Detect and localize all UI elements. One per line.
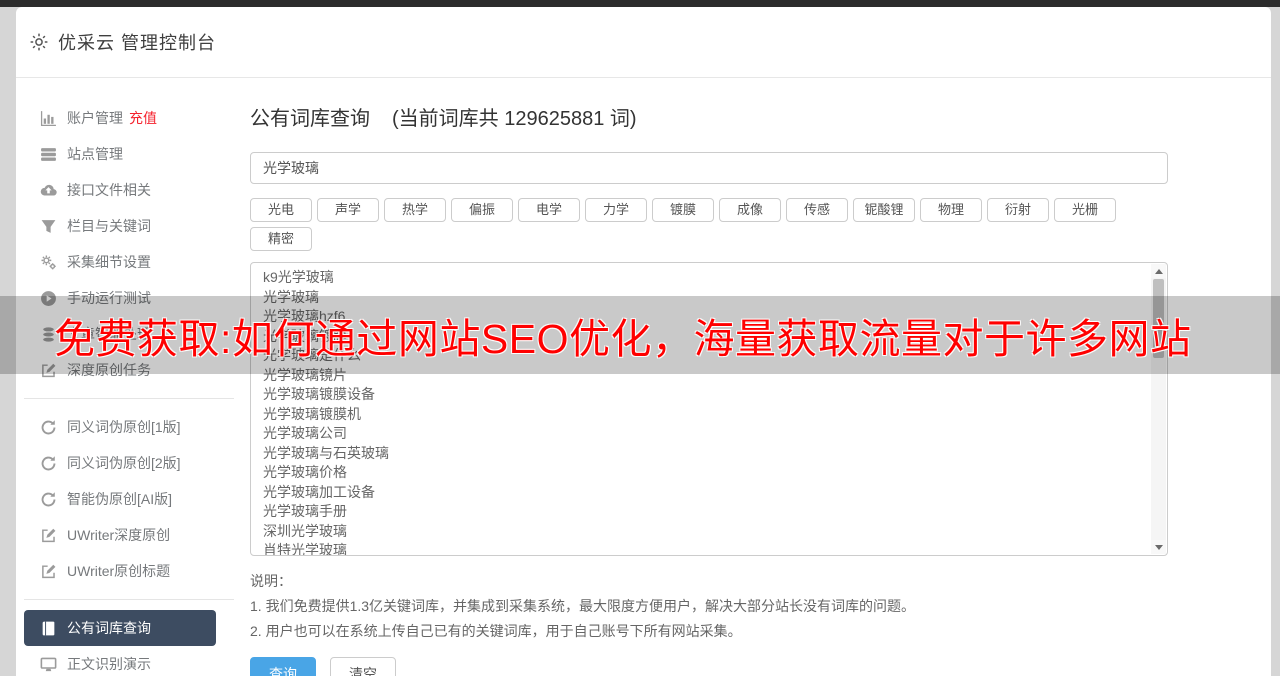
app-header: 优采云 管理控制台 [16,7,1271,78]
sidebar-item-label: 账户管理 [67,110,123,126]
filter-tag-button[interactable]: 光电 [250,198,312,222]
recharge-link[interactable]: 充值 [129,108,157,128]
filter-tag-button[interactable]: 偏振 [451,198,513,222]
sidebar-item[interactable]: 同义词伪原创[2版] [24,445,216,481]
suggested-tags: 光电 声学 热学 偏振 电学 力学 镀膜 成像 传感 铌酸锂 物理 衍射 光栅精密 [250,198,1130,251]
result-item[interactable]: 光学玻璃公司 [263,424,1167,444]
sidebar-item[interactable]: 公有词库查询 [24,610,216,646]
sidebar-item[interactable]: 栏目与关键词 [24,208,216,244]
arrow-down-icon [1154,544,1163,550]
bar-chart-icon [40,110,57,127]
sidebar-item-label: 智能伪原创[AI版] [67,491,173,507]
edit-icon [40,563,57,580]
result-item[interactable]: 光学玻璃价格 [263,463,1167,483]
sidebar-item[interactable]: 接口文件相关 [24,172,216,208]
gears-icon [40,254,57,271]
notes-title: 说明： [250,573,292,589]
notes: 说明： 1. 我们免费提供1.3亿关键词库，并集成到采集系统，最大限度方便用户，… [250,569,1168,644]
funnel-icon [40,218,57,235]
ad-overlay-banner[interactable]: 免费获取:如何通过网站SEO优化，海量获取流量对于许多网站 [0,296,1280,374]
ad-overlay-text: 免费获取:如何通过网站SEO优化，海量获取流量对于许多网站 [54,316,1192,362]
result-item[interactable]: k9光学玻璃 [263,268,1167,288]
filter-tag-button[interactable]: 光栅 [1054,198,1116,222]
sidebar: 账户管理 充值 站点管理 接口文件相关 栏目与关键词 采集细节设置 手动运行测试… [16,78,250,675]
result-item[interactable]: 光学玻璃加工设备 [263,483,1167,503]
refresh-icon [40,455,57,472]
result-item[interactable]: 光学玻璃与石英玻璃 [263,444,1167,464]
monitor-icon [40,656,57,673]
sidebar-item-label: 采集细节设置 [67,254,151,270]
sidebar-item[interactable]: UWriter原创标题 [24,553,216,589]
screen: 优采云 管理控制台 账户管理 充值 站点管理 接口文件相关 栏目与关键词 采集细… [0,0,1280,676]
sidebar-item-label: 同义词伪原创[1版] [67,419,181,435]
filter-tag-button[interactable]: 衍射 [987,198,1049,222]
sidebar-item-label: 站点管理 [67,146,123,162]
sidebar-item-label: 公有词库查询 [67,620,151,636]
result-item[interactable]: 肖特光学玻璃 [263,541,1167,555]
keyword-search-input[interactable] [250,152,1168,184]
refresh-icon [40,419,57,436]
sidebar-item-label: 栏目与关键词 [67,218,151,234]
sidebar-item-label: UWriter原创标题 [67,563,171,579]
top-bar [0,0,1280,7]
sidebar-item-label: 正文识别演示 [67,656,151,672]
sidebar-item[interactable]: 同义词伪原创[1版] [24,409,216,445]
filter-tag-button[interactable]: 传感 [786,198,848,222]
notes-line-2: 2. 用户也可以在系统上传自己已有的关键词库，用于自己账号下所有网站采集。 [250,623,742,639]
server-icon [40,146,57,163]
filter-tag-button[interactable]: 成像 [719,198,781,222]
main-content: 公有词库查询 (当前词库共 129625881 词) 光电声学热学偏振电学力学镀… [250,78,1168,676]
scroll-down-button[interactable] [1151,540,1166,554]
sidebar-item[interactable]: UWriter深度原创 [24,517,216,553]
sidebar-item-label: 接口文件相关 [67,182,151,198]
refresh-icon [40,491,57,508]
filter-tag-button[interactable]: 铌酸锂 [853,198,915,222]
sidebar-item-label: UWriter深度原创 [67,527,171,543]
notes-line-1: 1. 我们免费提供1.3亿关键词库，并集成到采集系统，最大限度方便用户，解决大部… [250,598,916,614]
result-item[interactable]: 深圳光学玻璃 [263,522,1167,542]
edit-icon [40,527,57,544]
book-icon [40,620,57,637]
sidebar-item[interactable]: 正文识别演示 [24,646,216,676]
sidebar-item[interactable]: 智能伪原创[AI版] [24,481,216,517]
result-item[interactable]: 光学玻璃手册 [263,502,1167,522]
filter-tag-button[interactable]: 物理 [920,198,982,222]
arrow-up-icon [1154,268,1163,274]
sidebar-item-label: 同义词伪原创[2版] [67,455,181,471]
page-title: 公有词库查询 [250,108,370,130]
clear-button[interactable]: 清空 [330,657,396,676]
filter-tag-button[interactable]: 声学 [317,198,379,222]
sidebar-divider [24,398,234,399]
filter-tag-button[interactable]: 电学 [518,198,580,222]
gear-icon [29,32,49,52]
result-item[interactable]: 光学玻璃镀膜设备 [263,385,1167,405]
query-button[interactable]: 查询 [250,657,316,676]
app-title: 优采云 管理控制台 [58,33,217,53]
filter-tag-button[interactable]: 力学 [585,198,647,222]
cloud-upload-icon [40,182,57,199]
sidebar-divider [24,599,234,600]
result-item[interactable]: 光学玻璃镀膜机 [263,405,1167,425]
sidebar-item[interactable]: 站点管理 [24,136,216,172]
scroll-up-button[interactable] [1151,264,1166,278]
filter-tag-button[interactable]: 镀膜 [652,198,714,222]
sidebar-item[interactable]: 采集细节设置 [24,244,216,280]
filter-tag-button[interactable]: 精密 [250,227,312,251]
filter-tag-button[interactable]: 热学 [384,198,446,222]
dictionary-count: (当前词库共 129625881 词) [392,108,637,130]
sidebar-item[interactable]: 账户管理 充值 [24,100,216,136]
